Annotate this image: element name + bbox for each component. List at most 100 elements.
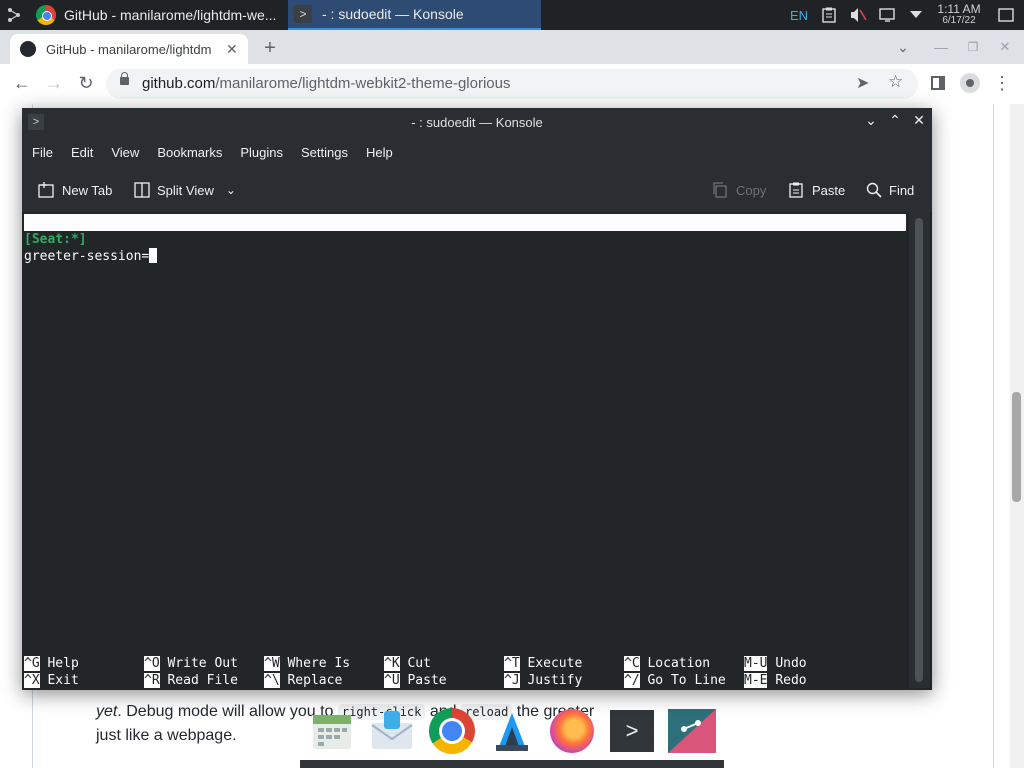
reload-icon[interactable]: ↻ <box>74 71 98 95</box>
close-window-icon[interactable]: ✕ <box>994 36 1016 58</box>
dock-bar <box>300 760 724 768</box>
profile-avatar[interactable] <box>958 71 982 95</box>
nano-filename: /var/tmp/50-unity-greeterXXQairWs.conf * <box>328 249 642 264</box>
clock-date: 6/17/22 <box>942 15 976 26</box>
paste-button[interactable]: Paste <box>788 168 845 212</box>
new-tab-button[interactable]: + <box>258 36 282 60</box>
calendar-icon[interactable] <box>308 708 356 754</box>
app-launcher-icon[interactable] <box>0 0 28 30</box>
firefox-icon[interactable] <box>548 708 596 754</box>
menu-settings[interactable]: Settings <box>292 145 357 160</box>
shortcut-undo: M-U Undo <box>744 656 807 671</box>
github-icon <box>20 41 36 57</box>
chrome-icon <box>36 5 56 25</box>
task-chrome-label: GitHub - manilarome/lightdm-we... <box>64 7 277 23</box>
konsole-icon: > <box>294 5 312 23</box>
close-konsole-icon[interactable]: ✕ <box>910 112 928 130</box>
split-view-label: Split View <box>157 182 214 198</box>
terminal-scrollbar-thumb[interactable] <box>915 218 923 682</box>
konsole-menubar: File Edit View Bookmarks Plugins Setting… <box>22 136 932 168</box>
tab-search-icon[interactable]: ⌄ <box>892 36 914 58</box>
chevron-down-icon[interactable]: ⌄ <box>226 183 236 197</box>
task-konsole-label: - : sudoedit — Konsole <box>322 6 464 22</box>
shortcut-location: ^C Location <box>624 656 711 671</box>
chrome-menu-icon[interactable]: ⋮ <box>990 71 1014 95</box>
address-bar[interactable]: github.com/manilarome/lightdm-webkit2-th… <box>106 69 918 99</box>
editor-line-2: greeter-session= <box>24 248 158 265</box>
bookmark-star-icon[interactable]: ☆ <box>888 72 903 92</box>
shortcut-execute: ^T Execute <box>504 656 583 671</box>
top-panel: GitHub - manilarome/lightdm-we... > - : … <box>0 0 1024 30</box>
restore-icon[interactable]: ❐ <box>962 36 984 58</box>
tray-expand-icon[interactable] <box>905 0 927 30</box>
text-cursor <box>149 248 158 263</box>
task-konsole[interactable]: > - : sudoedit — Konsole <box>288 0 541 30</box>
lock-shackle <box>121 72 128 79</box>
konsole-toolbar: New Tab Split View ⌄ Copy Paste Find <box>22 168 932 213</box>
copy-button[interactable]: Copy <box>712 168 766 212</box>
kde-discover-icon[interactable] <box>488 708 536 754</box>
konsole-titlebar[interactable]: > - : sudoedit — Konsole ⌄ ⌃ ✕ <box>22 108 932 136</box>
shortcut-justify: ^J Justify <box>504 673 583 688</box>
url-path: /manilarome/lightdm-webkit2-theme-glorio… <box>215 75 511 92</box>
show-desktop-icon[interactable] <box>992 0 1020 30</box>
shortcut-paste: ^U Paste <box>384 673 447 688</box>
split-view-button[interactable]: Split View ⌄ <box>134 168 236 212</box>
chrome-tab[interactable]: GitHub - manilarome/lightdm ✕ <box>10 34 248 64</box>
shortcut-write-out: ^O Write Out <box>144 656 238 671</box>
share-icon[interactable]: ➤ <box>856 73 869 93</box>
konsole-window-icon: > <box>28 114 44 130</box>
shortcut-read-file: ^R Read File <box>144 673 238 688</box>
menu-plugins[interactable]: Plugins <box>231 145 292 160</box>
new-tab-icon <box>38 182 54 198</box>
menu-edit[interactable]: Edit <box>62 145 102 160</box>
chrome-dock-icon[interactable] <box>428 708 476 754</box>
shortcut-replace: ^\ Replace <box>264 673 343 688</box>
menu-view[interactable]: View <box>102 145 148 160</box>
paste-label: Paste <box>812 182 846 198</box>
search-icon <box>866 182 882 198</box>
maximize-window-icon[interactable]: ⌃ <box>886 112 904 130</box>
menu-bookmarks[interactable]: Bookmarks <box>148 145 231 160</box>
split-view-icon <box>134 182 150 198</box>
new-tab-button[interactable]: New Tab <box>38 168 112 212</box>
keyboard-layout-indicator[interactable]: EN <box>786 0 812 30</box>
close-tab-icon[interactable]: ✕ <box>226 41 238 58</box>
page-scrollbar-thumb[interactable] <box>1012 392 1021 502</box>
shortcut-where-is: ^W Where Is <box>264 656 351 671</box>
url-host: github.com <box>142 75 216 92</box>
forward-icon[interactable]: → <box>42 71 66 95</box>
find-label: Find <box>889 182 915 198</box>
network-icon[interactable] <box>876 0 900 30</box>
find-button[interactable]: Find <box>866 168 914 212</box>
shortcut-redo: M-E Redo <box>744 673 807 688</box>
back-icon[interactable]: ← <box>10 71 34 95</box>
editor-line-1: [Seat:*] <box>24 232 87 247</box>
paste-icon <box>789 182 803 198</box>
konsole-dock-icon[interactable]: > <box>608 708 656 754</box>
shortcut-help: ^G Help <box>24 656 79 671</box>
copy-label: Copy <box>736 182 767 198</box>
volume-muted-icon[interactable] <box>846 0 870 30</box>
kdeconnect-icon[interactable] <box>668 708 716 754</box>
mail-icon[interactable] <box>368 708 416 754</box>
minimize-window-icon[interactable]: ⌄ <box>862 112 880 130</box>
shortcut-cut: ^K Cut <box>384 656 431 671</box>
menu-file[interactable]: File <box>23 145 62 160</box>
minimize-icon[interactable]: — <box>930 36 952 58</box>
shortcut-go-to-line: ^/ Go To Line <box>624 673 726 688</box>
clock-time: 1:11 AM <box>937 2 981 16</box>
clipboard-icon[interactable] <box>818 0 840 30</box>
task-chrome[interactable]: GitHub - manilarome/lightdm-we... <box>30 0 284 30</box>
side-panel-icon[interactable] <box>926 71 950 95</box>
menu-help[interactable]: Help <box>357 145 402 160</box>
digital-clock[interactable]: 1:11 AM 6/17/22 <box>932 0 986 30</box>
nano-title-bar: GNU nano 6.2 /var/tmp/50-unity-greeterXX… <box>24 214 906 264</box>
terminal-view[interactable]: GNU nano 6.2 /var/tmp/50-unity-greeterXX… <box>24 212 908 688</box>
shortcut-exit: ^X Exit <box>24 673 79 688</box>
konsole-title: - : sudoedit — Konsole <box>411 114 543 130</box>
konsole-window: > - : sudoedit — Konsole ⌄ ⌃ ✕ File Edit… <box>22 108 932 690</box>
new-tab-label: New Tab <box>62 182 113 198</box>
chrome-tab-title: GitHub - manilarome/lightdm <box>46 41 212 57</box>
copy-icon <box>713 182 727 198</box>
